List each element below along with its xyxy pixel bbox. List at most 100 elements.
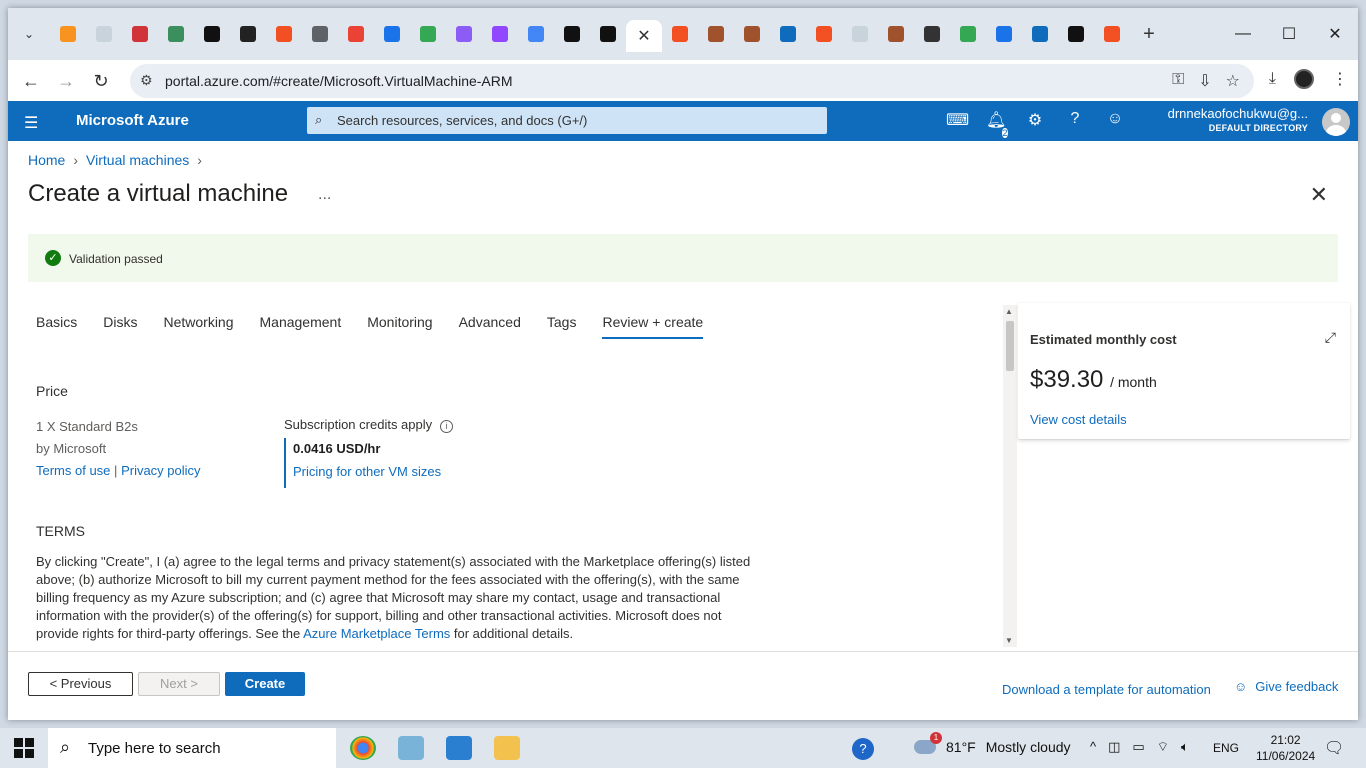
weather-widget[interactable]: 1 81°F Mostly cloudy	[914, 732, 1071, 755]
pricing-other-sizes-link[interactable]: Pricing for other VM sizes	[293, 464, 441, 479]
browser-tab[interactable]	[374, 20, 410, 48]
settings-gear-icon[interactable]: ⚙	[1026, 110, 1044, 148]
browser-tab[interactable]	[770, 20, 806, 48]
close-window-button[interactable]: ✕	[1312, 24, 1358, 44]
tab-management[interactable]: Management	[260, 314, 342, 339]
browser-tab[interactable]	[482, 20, 518, 48]
photos-icon[interactable]	[446, 736, 472, 760]
language-indicator[interactable]: ENG	[1213, 741, 1239, 755]
browser-tab[interactable]	[842, 20, 878, 48]
close-icon[interactable]: ✕	[1310, 182, 1328, 208]
explorer-app-icon[interactable]	[398, 736, 424, 760]
browser-tab[interactable]	[410, 20, 446, 48]
give-feedback-link[interactable]: ☺ Give feedback	[1234, 679, 1338, 694]
browser-tab[interactable]	[986, 20, 1022, 48]
browser-tab[interactable]	[86, 20, 122, 48]
profile-avatar[interactable]	[1294, 69, 1314, 89]
camera-icon[interactable]: ◫	[1108, 739, 1120, 755]
chevron-up-icon[interactable]: ^	[1090, 739, 1096, 755]
tab-disks[interactable]: Disks	[103, 314, 137, 339]
browser-tab[interactable]	[590, 20, 626, 48]
breadcrumb-home[interactable]: Home	[28, 152, 65, 168]
tab-monitoring[interactable]: Monitoring	[367, 314, 432, 339]
browser-tab[interactable]	[698, 20, 734, 48]
content-scrollbar[interactable]: ▲ ▼	[1003, 305, 1017, 647]
scroll-down-icon[interactable]: ▼	[1005, 636, 1013, 645]
battery-icon[interactable]: ▭	[1132, 739, 1144, 755]
browser-tab[interactable]	[1022, 20, 1058, 48]
file-explorer-icon[interactable]	[494, 736, 520, 760]
browser-tab[interactable]	[950, 20, 986, 48]
back-icon[interactable]: ←	[18, 68, 44, 94]
browser-tab[interactable]	[1094, 20, 1130, 48]
help-icon[interactable]: ?	[852, 738, 874, 760]
breadcrumb-virtual-machines[interactable]: Virtual machines	[86, 152, 189, 168]
url-text[interactable]: portal.azure.com/#create/Microsoft.Virtu…	[165, 73, 513, 89]
feedback-icon[interactable]: ☺	[1106, 110, 1124, 148]
next-button[interactable]: Next >	[138, 672, 220, 696]
browser-tab[interactable]	[446, 20, 482, 48]
privacy-policy-link[interactable]: Privacy policy	[121, 463, 200, 478]
browser-tab[interactable]	[266, 20, 302, 48]
notifications-icon[interactable]: 🔔︎2	[986, 110, 1008, 148]
tab-basics[interactable]: Basics	[36, 314, 77, 339]
browser-tab[interactable]	[518, 20, 554, 48]
previous-button[interactable]: < Previous	[28, 672, 133, 696]
browser-tab[interactable]	[806, 20, 842, 48]
terms-of-use-link[interactable]: Terms of use	[36, 463, 110, 478]
account-info[interactable]: drnnekaofochukwu@g... DEFAULT DIRECTORY	[1168, 106, 1308, 133]
browser-tab[interactable]	[158, 20, 194, 48]
browser-tab[interactable]	[122, 20, 158, 48]
install-app-icon[interactable]: ⇩	[1198, 71, 1211, 91]
scroll-up-icon[interactable]: ▲	[1005, 307, 1013, 316]
browser-tab[interactable]	[554, 20, 590, 48]
azure-brand[interactable]: Microsoft Azure	[76, 112, 189, 129]
info-icon[interactable]: i	[440, 420, 454, 433]
forward-icon[interactable]: →	[53, 68, 79, 94]
marketplace-terms-link[interactable]: Azure Marketplace Terms	[303, 626, 450, 641]
volume-icon[interactable]: 🔈︎	[1181, 739, 1189, 755]
more-options-icon[interactable]: ...	[318, 186, 331, 204]
view-cost-details-link[interactable]: View cost details	[1030, 412, 1127, 427]
omnibox[interactable]: ⚙ portal.azure.com/#create/Microsoft.Vir…	[130, 64, 1254, 98]
browser-tab[interactable]	[914, 20, 950, 48]
bookmark-star-icon[interactable]: ☆	[1226, 71, 1240, 91]
new-tab-button[interactable]: +	[1134, 23, 1164, 46]
cloud-shell-icon[interactable]: ⌨	[946, 110, 969, 148]
tab-advanced[interactable]: Advanced	[459, 314, 521, 339]
user-avatar[interactable]	[1322, 108, 1350, 136]
downloads-icon[interactable]: ⤓	[1269, 70, 1276, 88]
create-button[interactable]: Create	[225, 672, 305, 696]
notification-center-icon[interactable]: 🗨︎	[1324, 738, 1344, 758]
close-tab-icon[interactable]: ✕	[637, 26, 650, 46]
help-icon[interactable]: ?	[1066, 110, 1084, 148]
portal-menu-icon[interactable]: ☰	[24, 113, 38, 133]
minimize-button[interactable]: —	[1220, 25, 1266, 43]
tab-networking[interactable]: Networking	[163, 314, 233, 339]
scroll-thumb[interactable]	[1006, 321, 1014, 371]
reload-icon[interactable]: ↻	[88, 68, 114, 94]
password-key-icon[interactable]: ⚿	[1172, 71, 1184, 91]
chrome-icon[interactable]	[350, 736, 376, 760]
browser-tab[interactable]	[734, 20, 770, 48]
browser-tab[interactable]	[194, 20, 230, 48]
browser-tab[interactable]	[662, 20, 698, 48]
global-search-input[interactable]: ⌕ Search resources, services, and docs (…	[307, 107, 827, 134]
maximize-button[interactable]: ☐	[1266, 24, 1312, 44]
windows-start-icon[interactable]	[14, 738, 34, 758]
tab-search-button[interactable]: ⌄	[14, 22, 44, 46]
browser-tab[interactable]	[230, 20, 266, 48]
browser-tab[interactable]	[302, 20, 338, 48]
wifi-icon[interactable]: ⌔	[1157, 739, 1169, 755]
tab-review-create[interactable]: Review + create	[602, 314, 704, 339]
active-browser-tab[interactable]: ✕	[626, 20, 662, 52]
download-template-link[interactable]: Download a template for automation	[1002, 682, 1211, 697]
menu-kebab-icon[interactable]: ⋮	[1332, 69, 1348, 89]
browser-tab[interactable]	[878, 20, 914, 48]
browser-tab[interactable]	[338, 20, 374, 48]
browser-tab[interactable]	[50, 20, 86, 48]
expand-icon[interactable]: ⤢	[1325, 329, 1336, 346]
clock[interactable]: 21:02 11/06/2024	[1256, 732, 1315, 764]
tab-tags[interactable]: Tags	[547, 314, 577, 339]
site-info-icon[interactable]: ⚙	[140, 72, 153, 89]
